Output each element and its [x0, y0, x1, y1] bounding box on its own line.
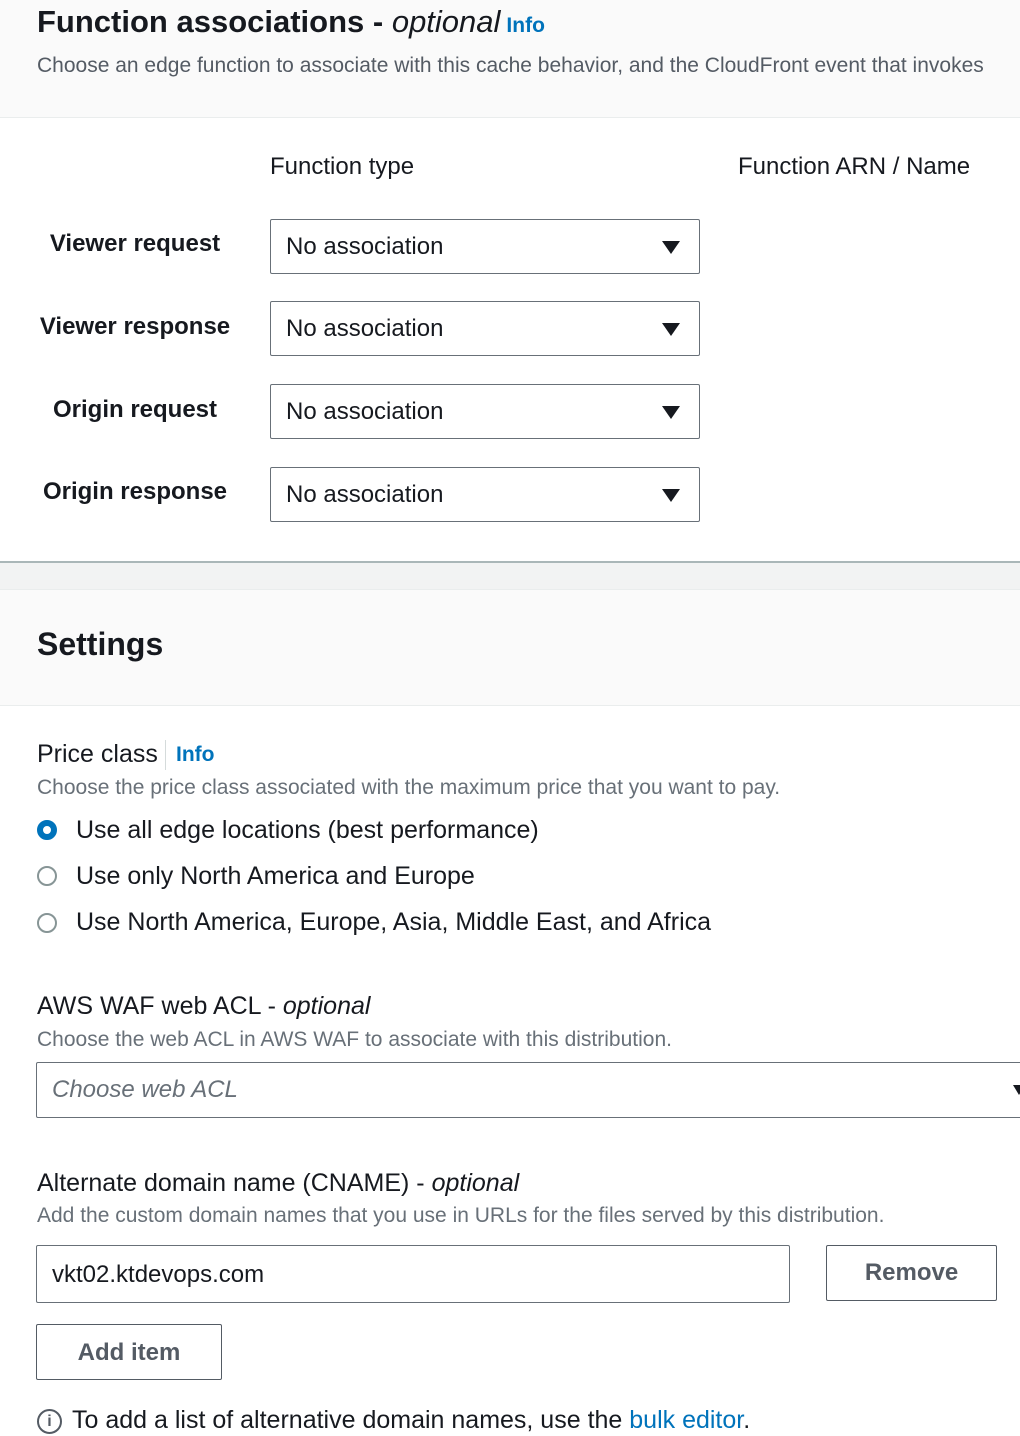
column-header-function-type: Function type	[270, 153, 415, 180]
radio-north-america-europe[interactable]	[37, 866, 57, 886]
select-value: No association	[286, 315, 444, 342]
cname-value: vkt02.ktdevops.com	[52, 1261, 265, 1288]
origin-request-select[interactable]: No association	[270, 384, 700, 439]
info-icon: i	[37, 1409, 62, 1434]
caret-down-icon	[662, 323, 680, 336]
label-divider	[165, 740, 166, 770]
row-label-viewer-response: Viewer response	[39, 313, 231, 340]
caret-down-icon	[662, 241, 680, 254]
function-associations-title: Function associations - optional Info	[37, 4, 545, 39]
settings-title: Settings	[37, 626, 164, 662]
bulk-editor-hint: To add a list of alternative domain name…	[72, 1406, 751, 1434]
viewer-request-select[interactable]: No association	[270, 219, 700, 274]
radio-all-edge-locations[interactable]	[37, 820, 57, 840]
cname-label: Alternate domain name (CNAME) - optional	[37, 1169, 520, 1197]
select-value: No association	[286, 233, 444, 260]
add-item-button[interactable]: Add item	[36, 1324, 222, 1380]
waf-description: Choose the web ACL in AWS WAF to associa…	[37, 1028, 672, 1051]
info-link[interactable]: Info	[506, 14, 544, 37]
origin-response-select[interactable]: No association	[270, 467, 700, 522]
radio-label-all-edge-locations[interactable]: Use all edge locations (best performance…	[76, 816, 539, 845]
column-header-function-arn: Function ARN / Name	[738, 153, 971, 180]
row-label-viewer-request: Viewer request	[49, 230, 221, 257]
radio-label-north-america-europe[interactable]: Use only North America and Europe	[76, 862, 475, 891]
price-class-description: Choose the price class associated with t…	[37, 776, 781, 799]
optional-label: optional	[431, 1169, 520, 1197]
price-class-label: Price class	[37, 740, 158, 768]
price-class-info-link[interactable]: Info	[176, 743, 214, 767]
function-associations-description: Choose an edge function to associate wit…	[37, 54, 984, 77]
caret-down-icon	[662, 406, 680, 419]
row-label-origin-response: Origin response	[42, 478, 228, 505]
select-value: No association	[286, 481, 444, 508]
cname-description: Add the custom domain names that you use…	[37, 1204, 885, 1227]
radio-label-na-europe-asia-me-africa[interactable]: Use North America, Europe, Asia, Middle …	[76, 908, 711, 937]
cname-input[interactable]: vkt02.ktdevops.com	[36, 1245, 790, 1303]
waf-label: AWS WAF web ACL - optional	[37, 992, 371, 1020]
caret-down-icon	[1013, 1085, 1020, 1095]
optional-label: optional	[391, 4, 501, 39]
waf-placeholder: Choose web ACL	[52, 1076, 238, 1103]
bulk-editor-link[interactable]: bulk editor	[629, 1406, 743, 1434]
waf-web-acl-select[interactable]: Choose web ACL	[36, 1062, 1020, 1118]
row-label-origin-request: Origin request	[52, 396, 218, 423]
caret-down-icon	[662, 489, 680, 502]
viewer-response-select[interactable]: No association	[270, 301, 700, 356]
radio-na-europe-asia-me-africa[interactable]	[37, 913, 57, 933]
remove-button[interactable]: Remove	[826, 1245, 997, 1301]
optional-label: optional	[282, 992, 371, 1020]
select-value: No association	[286, 398, 444, 425]
section-gap	[0, 563, 1020, 589]
